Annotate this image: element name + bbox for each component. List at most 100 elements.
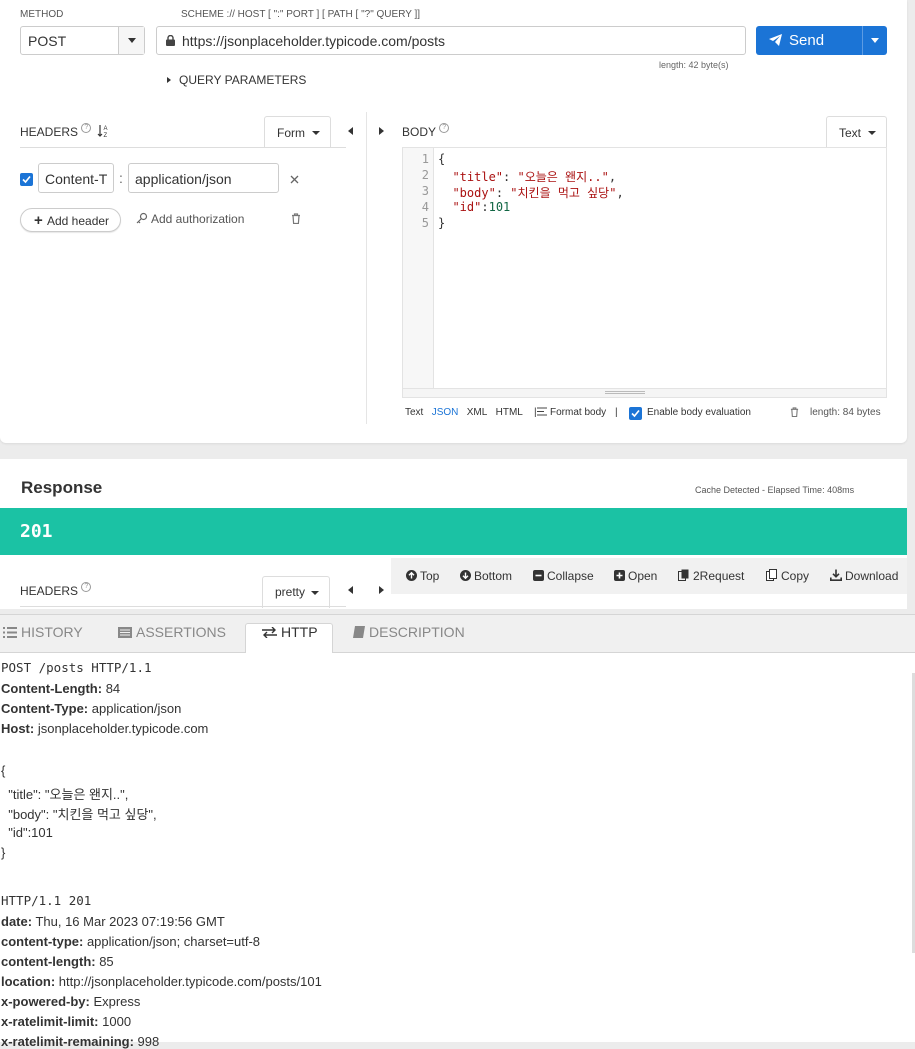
response-view-dropdown[interactable]: pretty: [262, 576, 330, 608]
bottom-label: Bottom: [474, 569, 513, 583]
copy-to-request-icon: [678, 569, 689, 581]
url-input[interactable]: https://jsonplaceholder.typicode.com/pos…: [156, 26, 746, 55]
header-value-input[interactable]: application/json: [128, 163, 279, 193]
collapse-button[interactable]: Collapse: [533, 569, 594, 583]
code-token: "body": [452, 186, 496, 200]
query-parameters-label: QUERY PARAMETERS: [179, 73, 307, 87]
format-html[interactable]: HTML: [496, 407, 523, 418]
collapse-left-icon[interactable]: [348, 586, 353, 594]
help-icon[interactable]: ?: [81, 123, 92, 133]
align-left-icon: [537, 407, 547, 416]
download-button[interactable]: Download: [830, 569, 898, 583]
open-button[interactable]: Open: [614, 569, 657, 583]
tab-assertions[interactable]: ASSERTIONS: [118, 624, 226, 640]
send-button[interactable]: Send: [756, 26, 862, 55]
tab-assertions-label: ASSERTIONS: [136, 624, 226, 640]
format-xml[interactable]: XML: [467, 407, 488, 418]
code-token: {: [438, 152, 446, 166]
header-value: Thu, 16 Mar 2023 07:19:56 GMT: [32, 914, 225, 929]
copy-icon: [766, 569, 777, 581]
key-icon: [136, 212, 148, 224]
header-name-value: Content-T: [45, 171, 108, 187]
body-footer: Text JSON XML HTML |: [405, 407, 545, 418]
sort-icon[interactable]: AZ: [97, 124, 109, 138]
header-value: 1000: [98, 1014, 132, 1029]
url-length: length: 42 byte(s): [659, 60, 729, 70]
body-editor[interactable]: 1 2 3 4 5 { "title": "오늘은 왠지..", "body": "치킨…: [402, 147, 887, 398]
header-name-input[interactable]: Content-T: [38, 163, 114, 193]
help-icon[interactable]: ?: [439, 123, 450, 133]
body-title-text: BODY: [402, 125, 436, 139]
body-mode-dropdown[interactable]: Text: [826, 116, 887, 148]
code-token: ,: [608, 170, 617, 184]
open-label: Open: [628, 569, 658, 583]
send-options-toggle[interactable]: [862, 26, 887, 55]
http-view: POST /posts HTTP/1.1 Content-Length: 84 Co…: [0, 653, 915, 1049]
enable-evaluation-checkbox[interactable]: [629, 407, 642, 420]
tab-http[interactable]: HTTP: [262, 624, 318, 640]
headers-mode-dropdown[interactable]: Form: [264, 116, 331, 148]
bottom-tab-bar: HISTORY ASSERTIONS HTTP DESCRIPTION: [0, 614, 915, 655]
header-name: x-ratelimit-limit:: [1, 1014, 99, 1029]
header-enabled-checkbox[interactable]: [20, 173, 33, 186]
copy-button[interactable]: Copy: [766, 569, 809, 583]
request-body-line: "title": "오늘은 왠지..",: [1, 786, 129, 802]
header-name: date:: [1, 914, 33, 929]
body-mode-value: Text: [839, 126, 862, 140]
top-button[interactable]: Top: [406, 569, 439, 583]
method-select[interactable]: POST: [20, 26, 145, 55]
tab-description[interactable]: DESCRIPTION: [353, 624, 465, 640]
resize-handle[interactable]: [403, 388, 886, 397]
add-header-label: Add header: [47, 214, 110, 228]
code-line: "title": "오늘은 왠지..",: [438, 168, 616, 185]
download-icon: [830, 569, 842, 581]
expand-right-icon[interactable]: [379, 586, 384, 594]
response-header-line: date: Thu, 16 Mar 2023 07:19:56 GMT: [1, 914, 225, 929]
top-label: Top: [420, 569, 440, 583]
header-value: jsonplaceholder.typicode.com: [34, 721, 209, 736]
format-json[interactable]: JSON: [432, 407, 459, 418]
header-value: 85: [95, 954, 114, 969]
tasks-icon: [118, 627, 132, 638]
method-label: METHOD: [20, 9, 64, 20]
check-icon: [22, 175, 31, 184]
request-body-line: }: [1, 845, 6, 860]
chevron-down-icon: [311, 591, 319, 595]
trash-icon[interactable]: [790, 407, 799, 417]
url-value: https://jsonplaceholder.typicode.com/pos…: [182, 33, 446, 49]
trash-icon[interactable]: [291, 213, 301, 224]
copy-label: Copy: [781, 569, 810, 583]
to-request-button[interactable]: 2Request: [678, 569, 744, 583]
help-icon[interactable]: ?: [81, 582, 92, 592]
format-text[interactable]: Text: [405, 407, 423, 418]
expand-right-icon[interactable]: [379, 127, 384, 135]
code-token: "id": [452, 200, 482, 214]
divider: [20, 147, 346, 148]
code-token: "치킨을 먹고 싶당": [510, 186, 617, 200]
minus-square-icon: [533, 570, 544, 581]
bottom-button[interactable]: Bottom: [460, 569, 512, 583]
header-value: application/json: [88, 701, 182, 716]
close-icon[interactable]: [290, 175, 299, 184]
response-header-line: x-powered-by: Express: [1, 994, 140, 1009]
add-header-button[interactable]: + Add header: [20, 208, 121, 232]
svg-text:A: A: [104, 126, 108, 132]
code-token: :: [503, 170, 518, 184]
add-authorization-button[interactable]: Add authorization: [136, 212, 244, 226]
header-value: Express: [89, 994, 141, 1009]
format-body-button[interactable]: Format body: [537, 407, 606, 418]
method-dropdown-toggle[interactable]: [118, 27, 144, 54]
header-separator: :: [119, 170, 123, 186]
panel-divider[interactable]: [366, 112, 367, 424]
code-line: "id":101: [438, 200, 510, 214]
request-body-line: {: [1, 763, 6, 778]
tab-history[interactable]: HISTORY: [3, 624, 83, 640]
query-parameters-toggle[interactable]: QUERY PARAMETERS: [167, 73, 306, 87]
tab-history-label: HISTORY: [21, 624, 83, 640]
line-number: 2: [421, 168, 429, 182]
header-name: Content-Type:: [1, 701, 89, 716]
collapse-left-icon[interactable]: [348, 127, 353, 135]
response-header-line: content-type: application/json; charset=…: [1, 934, 260, 949]
download-label: Download: [845, 569, 899, 583]
